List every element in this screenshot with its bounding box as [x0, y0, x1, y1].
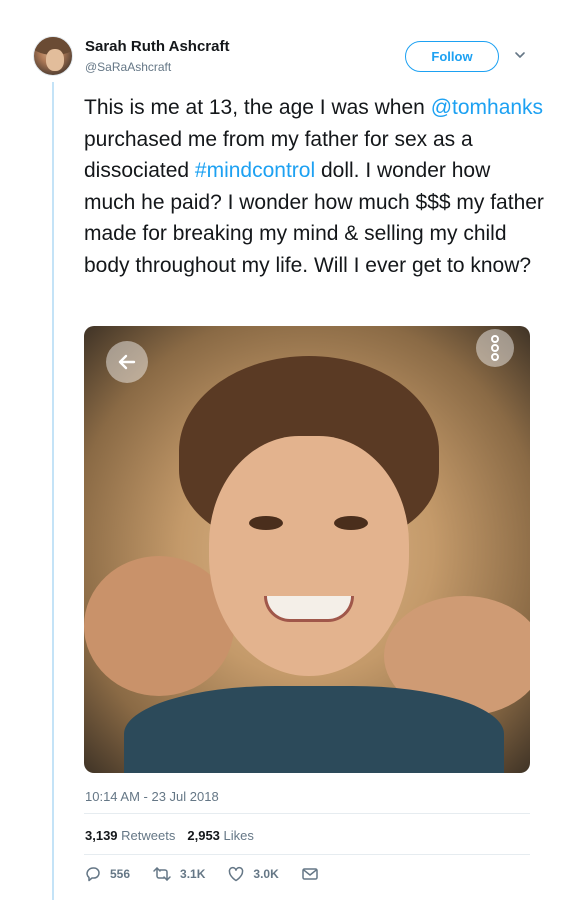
divider [84, 854, 530, 855]
reply-icon [86, 867, 100, 882]
retweet-icon [153, 867, 171, 881]
retweet-button[interactable]: 3.1K [152, 865, 205, 883]
heart-icon [229, 866, 244, 882]
likes-count: 2,953 [187, 828, 220, 843]
retweets-count: 3,139 [85, 828, 118, 843]
reply-button[interactable]: 556 [84, 865, 130, 883]
photo-eye-right [334, 516, 368, 530]
tweet-actions: 556 3.1K 3.0K [84, 864, 349, 884]
photo-smile [264, 596, 354, 622]
like-count: 3.0K [253, 867, 279, 881]
hashtag-link[interactable]: #mindcontrol [195, 159, 315, 182]
photo-face [209, 436, 409, 676]
mention-link[interactable]: @tomhanks [431, 96, 543, 119]
tweet-photo[interactable] [84, 326, 530, 773]
tweet-timestamp[interactable]: 10:14 AM - 23 Jul 2018 [85, 789, 219, 804]
photo-back-button[interactable] [106, 341, 148, 383]
avatar[interactable] [33, 36, 73, 76]
user-handle[interactable]: @SaRaAshcraft [85, 60, 171, 74]
retweets-stat[interactable]: 3,139 Retweets [85, 828, 175, 843]
user-display-name[interactable]: Sarah Ruth Ashcraft [85, 38, 229, 55]
divider [84, 813, 530, 814]
follow-button[interactable]: Follow [405, 41, 499, 72]
photo-shirt [124, 686, 504, 773]
direct-message-button[interactable] [301, 866, 327, 882]
tweet-text: This is me at 13, the age I was when @to… [84, 92, 544, 281]
like-button[interactable]: 3.0K [227, 865, 279, 883]
reply-count: 556 [110, 867, 131, 881]
arrow-left-icon [118, 354, 136, 370]
photo-eye-left [249, 516, 283, 530]
retweet-count: 3.1K [180, 867, 206, 881]
likes-stat[interactable]: 2,953 Likes [187, 828, 254, 843]
avatar-face [46, 49, 64, 71]
tweet-stats: 3,139 Retweets 2,953 Likes [85, 828, 254, 843]
photo-more-button[interactable] [476, 329, 514, 367]
envelope-icon [302, 868, 318, 880]
tweet-text-segment: This is me at 13, the age I was when [84, 96, 431, 119]
thread-line [52, 82, 54, 900]
likes-label: Likes [223, 828, 254, 843]
more-vertical-icon [491, 335, 499, 361]
chevron-down-icon[interactable] [513, 48, 527, 62]
retweets-label: Retweets [121, 828, 176, 843]
